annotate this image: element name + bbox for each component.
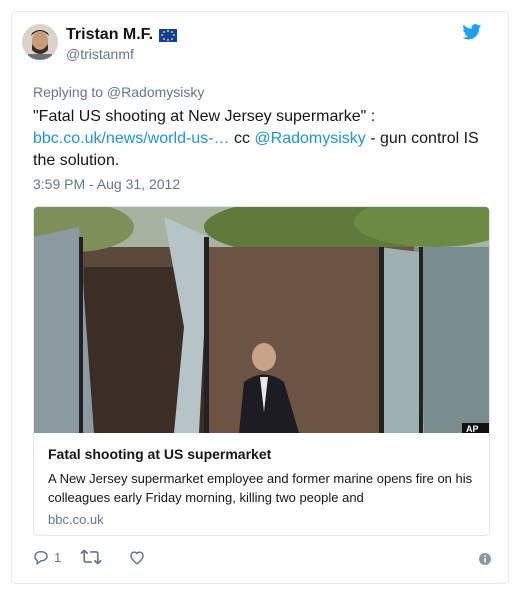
preview-image: AP	[34, 207, 489, 433]
card-title: Fatal shooting at US supermarket	[48, 446, 272, 462]
reply-button[interactable]: 1	[32, 548, 61, 566]
info-icon[interactable]	[478, 552, 492, 566]
retweet-button[interactable]	[80, 548, 102, 566]
tweet-header: Tristan M.F. @tristanmf	[22, 20, 482, 70]
eu-flag-icon	[159, 28, 178, 42]
article-link[interactable]: bbc.co.uk/news/world-us-…	[33, 130, 230, 147]
card-domain: bbc.co.uk	[48, 512, 104, 527]
mention-link[interactable]: @Radomysisky	[254, 130, 365, 147]
tweet-timestamp[interactable]: 3:59 PM - Aug 31, 2012	[33, 176, 180, 192]
card-description: A New Jersey supermarket employee and fo…	[48, 471, 473, 505]
link-preview-card[interactable]: AP Fatal shooting at US supermarket A Ne…	[33, 206, 490, 536]
reply-count: 1	[54, 549, 62, 565]
twitter-bird-icon[interactable]	[462, 24, 482, 40]
tweet-quote: "Fatal US shooting at New Jersey superma…	[33, 108, 376, 125]
image-credit: AP	[466, 424, 479, 433]
tweet-text: "Fatal US shooting at New Jersey superma…	[33, 106, 493, 172]
retweet-icon	[80, 549, 102, 565]
like-button[interactable]	[128, 548, 146, 566]
like-icon	[130, 551, 144, 565]
user-handle[interactable]: @tristanmf	[66, 46, 177, 62]
avatar[interactable]	[22, 24, 58, 60]
display-name[interactable]: Tristan M.F.	[66, 26, 153, 44]
tweet-cc: cc	[229, 130, 255, 147]
reply-icon	[34, 551, 48, 566]
replying-to: Replying to @Radomysisky	[33, 84, 205, 100]
action-bar: 1	[32, 548, 492, 572]
